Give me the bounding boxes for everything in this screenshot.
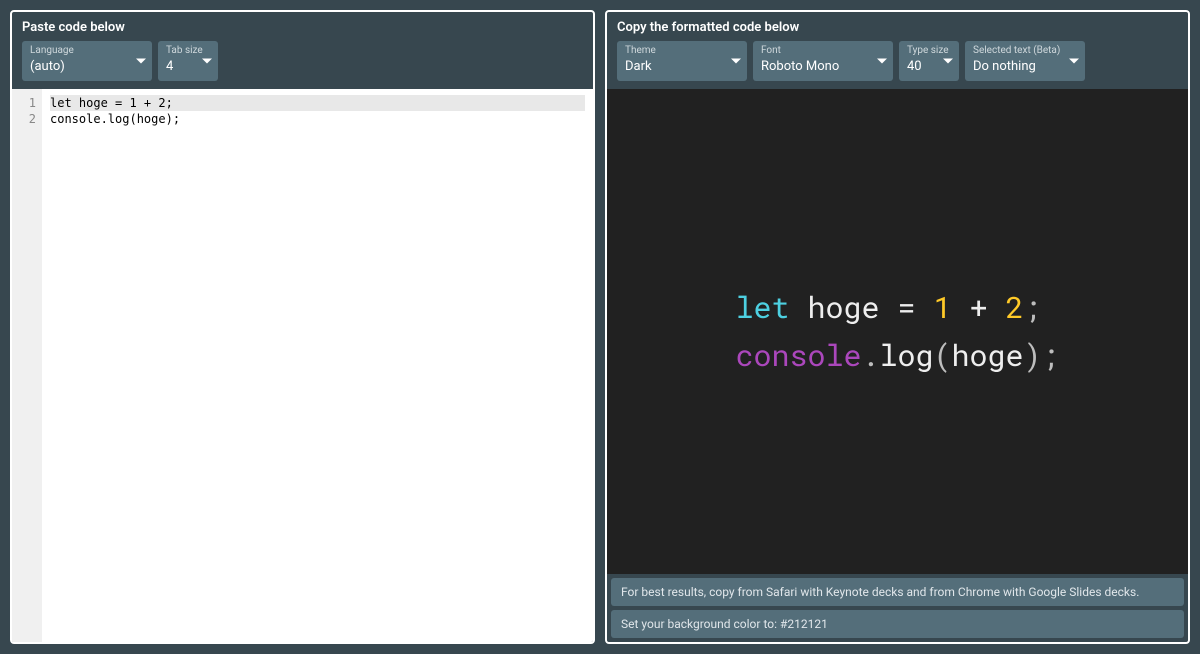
token-number: 1: [934, 288, 952, 327]
tabsize-select[interactable]: Tab size 4: [158, 41, 218, 81]
font-select-value: Roboto Mono: [761, 59, 885, 75]
chevron-down-icon: [877, 59, 887, 64]
theme-select[interactable]: Theme Dark: [617, 41, 747, 81]
font-select[interactable]: Font Roboto Mono: [753, 41, 893, 81]
selected-text-select-value: Do nothing: [973, 59, 1077, 75]
selected-text-select-label: Selected text (Beta): [973, 45, 1077, 57]
output-panel-title: Copy the formatted code below: [607, 12, 1188, 41]
selected-text-select[interactable]: Selected text (Beta) Do nothing: [965, 41, 1085, 81]
language-select-label: Language: [30, 45, 144, 57]
chevron-down-icon: [136, 59, 146, 64]
code-line: console.log(hoge);: [50, 112, 180, 126]
tabsize-select-label: Tab size: [166, 45, 210, 57]
theme-select-value: Dark: [625, 59, 739, 75]
bg-color-hint: Set your background color to: #212121: [611, 610, 1184, 638]
token-punct: (: [934, 336, 952, 375]
token-punct: ): [1024, 336, 1042, 375]
typesize-select-label: Type size: [907, 45, 951, 57]
copy-hint: For best results, copy from Safari with …: [611, 578, 1184, 606]
output-wrap: let hoge = 1 + 2; console.log(hoge); For…: [607, 89, 1188, 642]
token-object: console: [735, 336, 861, 375]
info-bars: For best results, copy from Safari with …: [607, 574, 1188, 642]
font-select-label: Font: [761, 45, 885, 57]
input-panel-title: Paste code below: [12, 12, 593, 41]
code-editor[interactable]: 1 2 let hoge = 1 + 2; console.log(hoge);: [12, 89, 593, 642]
token-keyword: let: [735, 288, 789, 327]
chevron-down-icon: [1069, 59, 1079, 64]
code-line: let hoge = 1 + 2;: [50, 95, 585, 111]
language-select[interactable]: Language (auto): [22, 41, 152, 81]
token-punct: ;: [1024, 288, 1042, 327]
chevron-down-icon: [731, 59, 741, 64]
formatted-output[interactable]: let hoge = 1 + 2; console.log(hoge);: [607, 89, 1188, 574]
token-punct: .: [861, 336, 879, 375]
token-operator: =: [898, 288, 916, 327]
theme-select-label: Theme: [625, 45, 739, 57]
output-panel: Copy the formatted code below Theme Dark…: [605, 10, 1190, 644]
formatted-code-block[interactable]: let hoge = 1 + 2; console.log(hoge);: [735, 284, 1059, 380]
output-controls: Theme Dark Font Roboto Mono Type size 40…: [607, 41, 1188, 89]
gutter-line-number: 2: [20, 111, 36, 127]
chevron-down-icon: [943, 59, 953, 64]
token-method: log: [879, 336, 933, 375]
token-number: 2: [1006, 288, 1024, 327]
token-punct: ;: [1042, 336, 1060, 375]
gutter-line-number: 1: [20, 95, 36, 111]
input-controls: Language (auto) Tab size 4: [12, 41, 593, 89]
typesize-select[interactable]: Type size 40: [899, 41, 959, 81]
chevron-down-icon: [202, 59, 212, 64]
token-identifier: hoge: [952, 336, 1024, 375]
language-select-value: (auto): [30, 59, 144, 75]
input-panel: Paste code below Language (auto) Tab siz…: [10, 10, 595, 644]
code-input-area[interactable]: let hoge = 1 + 2; console.log(hoge);: [42, 89, 593, 642]
token-operator: +: [970, 288, 988, 327]
line-gutter: 1 2: [12, 89, 42, 642]
token-identifier: hoge: [807, 288, 879, 327]
